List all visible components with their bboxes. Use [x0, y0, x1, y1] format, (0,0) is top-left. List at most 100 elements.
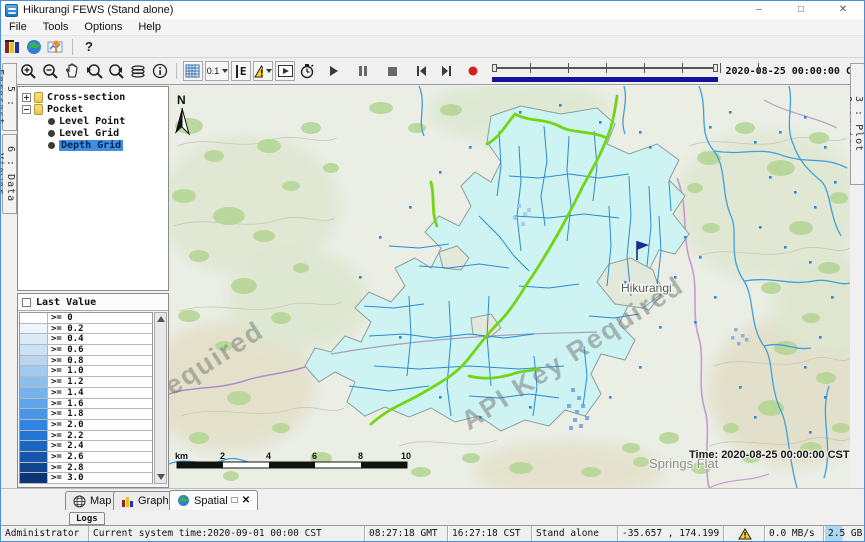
tab-map[interactable]: Map	[65, 491, 119, 510]
legend-row: >= 3.0	[20, 473, 152, 484]
legend-row: >= 2.8	[20, 463, 152, 474]
node-bullet-icon	[48, 142, 55, 149]
menu-tools[interactable]: Tools	[35, 19, 77, 36]
time-series-display-icon[interactable]	[46, 37, 66, 57]
main-toolbar: ?	[1, 36, 864, 58]
globe-icon	[177, 494, 190, 507]
svg-text:2: 2	[220, 451, 225, 461]
tab-restore-icon[interactable]: □	[232, 495, 238, 506]
menu-bar: File Tools Options Help	[1, 19, 864, 36]
status-memory: 2.5 GB	[824, 526, 864, 542]
time-span-bar	[492, 77, 717, 82]
movie-icon[interactable]	[275, 61, 295, 81]
node-bullet-icon	[48, 118, 55, 125]
folder-icon	[34, 92, 43, 103]
tab-graph[interactable]: Graph	[113, 491, 177, 510]
map-viewport[interactable]: API Key Required API Key Required Hikura…	[169, 86, 850, 488]
thresholds-warning-icon[interactable]	[253, 61, 273, 81]
play-icon[interactable]	[324, 61, 344, 81]
app-window: Hikurangi FEWS (Stand alone) – □ ✕ File …	[0, 0, 865, 542]
folder-icon	[34, 104, 43, 115]
status-user: Administrator	[1, 526, 89, 542]
svg-text:10: 10	[401, 451, 411, 461]
scroll-down-icon[interactable]	[157, 474, 165, 480]
bar-chart-icon	[121, 495, 134, 508]
legend-header: Last Value	[18, 294, 168, 311]
time-slider-handle-end[interactable]	[713, 64, 718, 72]
title-bar: Hikurangi FEWS (Stand alone) – □ ✕	[1, 1, 864, 19]
svg-text:km: km	[175, 451, 188, 461]
zoom-out-icon[interactable]	[40, 61, 60, 81]
scroll-up-icon[interactable]	[157, 316, 165, 322]
tab-spatial[interactable]: Spatial □ ✕	[169, 490, 258, 510]
tab-plot-overview[interactable]: 3 : Plot Overview	[850, 63, 865, 185]
info-icon[interactable]	[150, 61, 170, 81]
record-icon[interactable]	[463, 61, 483, 81]
legend-row: >= 0.6	[20, 345, 152, 356]
close-button[interactable]: ✕	[822, 1, 864, 19]
map-display-icon[interactable]	[24, 37, 44, 57]
status-warning[interactable]	[724, 526, 765, 542]
menu-options[interactable]: Options	[76, 19, 130, 36]
collapse-icon[interactable]	[22, 105, 31, 114]
minimize-button[interactable]: –	[738, 1, 780, 19]
zoom-next-icon[interactable]	[106, 61, 126, 81]
map-canvas: API Key Required API Key Required Hikura…	[169, 86, 850, 488]
zoom-previous-icon[interactable]	[84, 61, 104, 81]
step-back-icon[interactable]	[411, 61, 431, 81]
legend-row: >= 1.2	[20, 377, 152, 388]
timestep-icon[interactable]	[297, 61, 317, 81]
menu-file[interactable]: File	[1, 19, 35, 36]
data-tree: Cross-section Pocket Level Point Level G…	[17, 86, 169, 291]
menu-help[interactable]: Help	[130, 19, 169, 36]
legend-row: >= 1.0	[20, 366, 152, 377]
pan-icon[interactable]	[62, 61, 82, 81]
legend-title: Last Value	[36, 297, 96, 308]
legend-panel: Last Value >= 0 >= 0.2 >= 0.4 >= 0.6 >= …	[17, 293, 169, 488]
contour-interval-value: 0.1	[207, 66, 220, 76]
expand-icon[interactable]	[22, 93, 31, 102]
legend-row: >= 1.8	[20, 409, 152, 420]
legend-row: >= 2.0	[20, 420, 152, 431]
last-value-checkbox[interactable]	[22, 298, 31, 307]
layers-icon[interactable]	[128, 61, 148, 81]
status-mode: Stand alone	[532, 526, 618, 542]
contour-interval-dropdown[interactable]: 0.1	[205, 61, 229, 81]
time-slider[interactable]	[490, 60, 719, 82]
bottom-tab-bar: Map Graph Spatial □ ✕	[1, 488, 864, 510]
tab-close-icon[interactable]: ✕	[242, 495, 250, 506]
help-icon[interactable]: ?	[79, 37, 99, 57]
tree-item-depth-grid[interactable]: Depth Grid	[18, 139, 168, 151]
pause-icon[interactable]	[353, 61, 373, 81]
status-network: 0.0 MB/s	[765, 526, 824, 542]
grid-icon[interactable]	[183, 61, 203, 81]
legend-table: >= 0 >= 0.2 >= 0.4 >= 0.6 >= 0.8 >= 1.0 …	[19, 312, 153, 484]
chevron-down-icon	[266, 69, 272, 73]
profile-icon[interactable]: E	[231, 61, 251, 81]
status-gmt-time: 08:27:18 GMT	[365, 526, 448, 542]
tab-data-viewer[interactable]: 6 : Data Viewer	[2, 134, 17, 214]
time-slider-handle-start[interactable]	[492, 64, 497, 72]
chevron-down-icon	[222, 69, 228, 73]
app-logo-icon	[5, 4, 18, 17]
stop-icon[interactable]	[382, 61, 402, 81]
database-explorer-icon[interactable]	[2, 37, 22, 57]
maximize-button[interactable]: □	[780, 1, 822, 19]
legend-row: >= 0.4	[20, 334, 152, 345]
node-bullet-icon	[48, 130, 55, 137]
tree-item-pocket[interactable]: Pocket	[18, 103, 168, 115]
legend-row: >= 1.4	[20, 388, 152, 399]
svg-text:N: N	[177, 93, 186, 107]
legend-row: >= 0	[20, 313, 152, 324]
tree-item-level-grid[interactable]: Level Grid	[18, 127, 168, 139]
tree-item-cross-section[interactable]: Cross-section	[18, 91, 168, 103]
zoom-in-icon[interactable]	[18, 61, 38, 81]
tab-forecast[interactable]: 5 : Forecast	[2, 63, 17, 131]
logs-button[interactable]: Logs	[69, 512, 105, 525]
tree-item-level-point[interactable]: Level Point	[18, 115, 168, 127]
legend-row: >= 2.2	[20, 431, 152, 442]
map-toolbar: 0.1 E 2020-08-25 00:00:00 CST	[17, 58, 864, 85]
legend-scrollbar[interactable]	[154, 312, 167, 484]
step-forward-icon[interactable]	[436, 61, 456, 81]
status-coordinates: -35.657 , 174.199	[618, 526, 724, 542]
